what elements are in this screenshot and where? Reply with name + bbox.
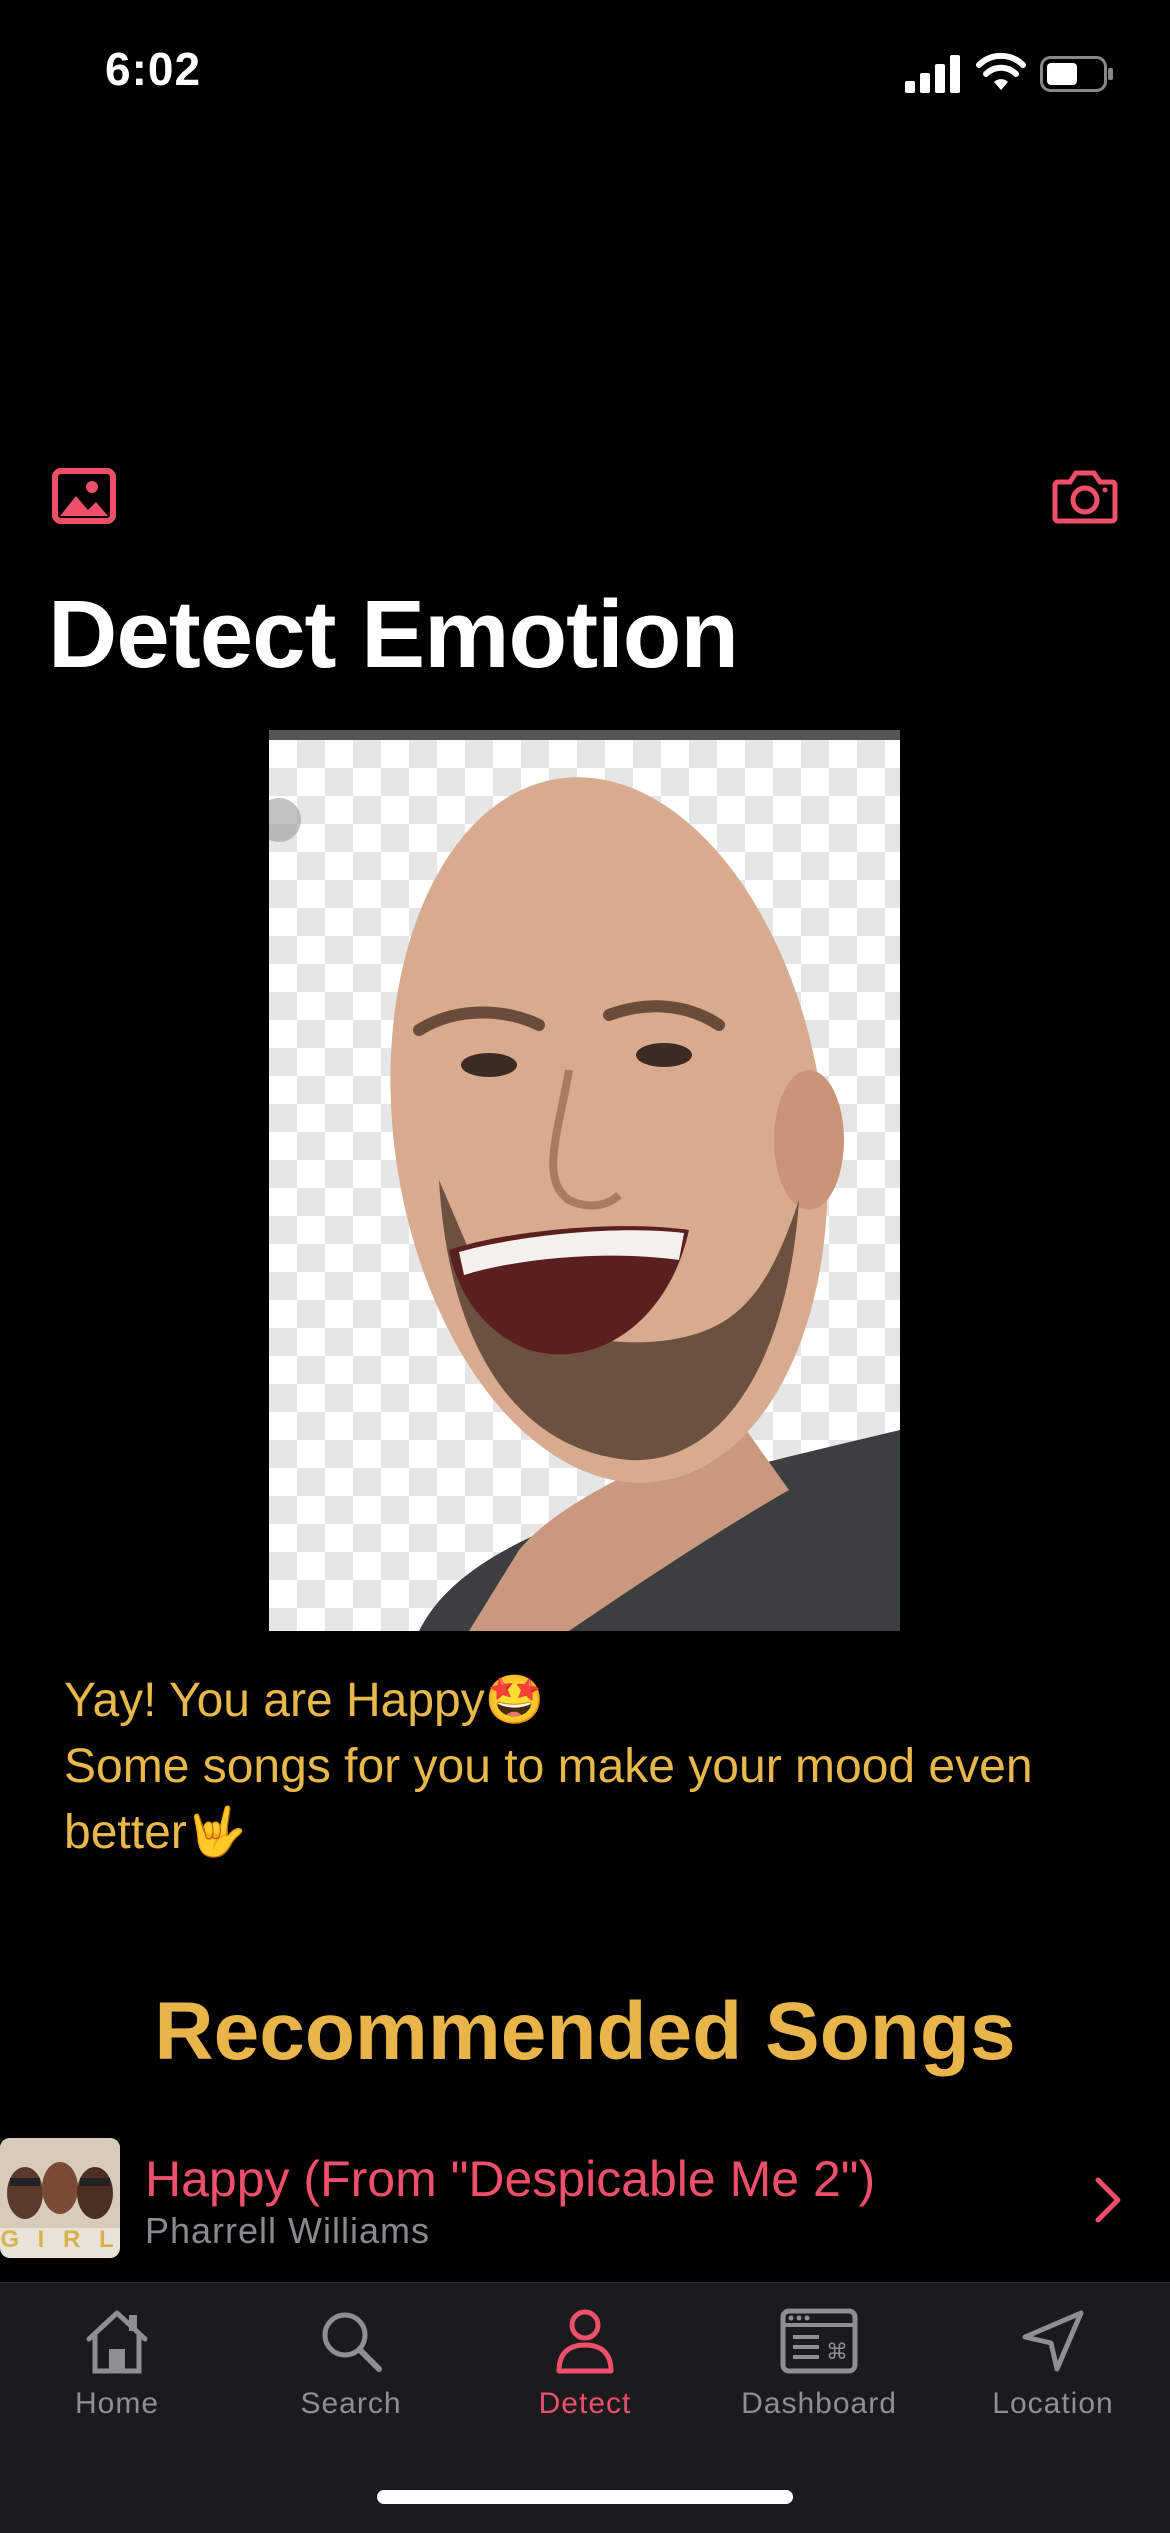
wifi-icon (976, 52, 1026, 90)
tab-label: Detect (538, 2387, 632, 2420)
battery-icon (1040, 56, 1113, 92)
result-line-3: better🤟 (64, 1806, 247, 1859)
house-icon (86, 2310, 148, 2374)
face-illustration (269, 777, 900, 1631)
magnifier-icon (322, 2312, 382, 2372)
album-art: G I R L (0, 2138, 120, 2258)
album-art-text: G I R L (0, 2226, 120, 2253)
tab-label: Location (992, 2387, 1114, 2420)
tab-label: Dashboard (741, 2387, 897, 2420)
result-line-1: Yay! You are Happy🤩 (64, 1674, 545, 1727)
tab-label: Search (300, 2387, 402, 2420)
detected-face-photo (269, 730, 900, 1631)
cellular-signal-icon (905, 55, 960, 93)
song-title: Happy (From "Despicable Me 2") (145, 2151, 876, 2207)
chevron-right-icon[interactable] (1090, 2172, 1126, 2228)
recommended-songs-heading: Recommended Songs (154, 1986, 1016, 2077)
result-line-2: Some songs for you to make your mood eve… (64, 1740, 1033, 1793)
camera-icon[interactable] (1052, 468, 1118, 524)
tab-search[interactable]: Search (234, 2305, 468, 2435)
tab-location[interactable]: Location (936, 2305, 1170, 2435)
svg-text:⌘: ⌘ (826, 2340, 848, 2365)
person-icon (556, 2309, 614, 2374)
tab-detect[interactable]: Detect (468, 2305, 702, 2435)
tab-home[interactable]: Home (0, 2305, 234, 2435)
photo-gallery-icon[interactable] (52, 468, 116, 524)
home-indicator[interactable] (377, 2490, 793, 2504)
status-time: 6:02 (105, 43, 202, 95)
location-arrow-icon (1022, 2310, 1084, 2372)
tab-label: Home (74, 2387, 160, 2420)
emotion-result-text: Yay! You are Happy🤩 Some songs for you t… (64, 1668, 1124, 1866)
tab-dashboard[interactable]: ⌘ Dashboard (702, 2305, 936, 2435)
song-artist: Pharrell Williams (145, 2210, 431, 2251)
page-title: Detect Emotion (48, 581, 739, 688)
dashboard-icon: ⌘ (780, 2308, 858, 2374)
